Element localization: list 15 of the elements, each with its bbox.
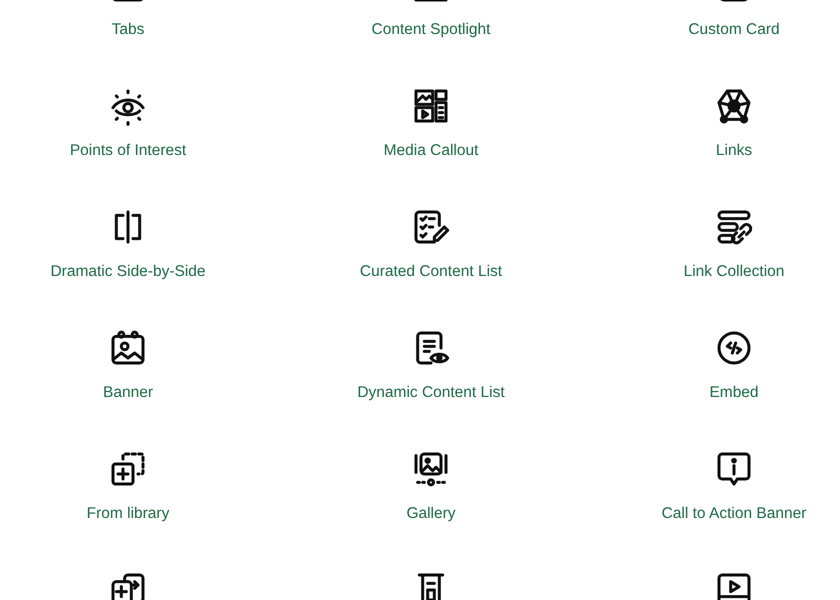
block-label[interactable]: Banner — [103, 384, 153, 402]
block-label[interactable]: From library — [86, 505, 170, 523]
block-label[interactable]: Tabs — [112, 21, 144, 39]
block-label[interactable]: Embed — [709, 384, 759, 402]
block-label[interactable]: Gallery — [406, 505, 456, 523]
block-label[interactable]: Content Spotlight — [372, 21, 490, 39]
block-label[interactable]: Dramatic Side-by-Side — [50, 263, 206, 281]
block-label[interactable]: Dynamic Content List — [357, 384, 505, 402]
block-label[interactable]: Curated Content List — [360, 263, 502, 281]
block-label[interactable]: Points of Interest — [70, 142, 186, 160]
block-label[interactable]: Custom Card — [688, 21, 780, 39]
block-label[interactable]: Links — [716, 142, 752, 160]
block-label[interactable]: Media Callout — [384, 142, 478, 160]
block-label[interactable]: Link Collection — [684, 263, 784, 281]
block-label[interactable]: Call to Action Banner — [662, 505, 806, 523]
